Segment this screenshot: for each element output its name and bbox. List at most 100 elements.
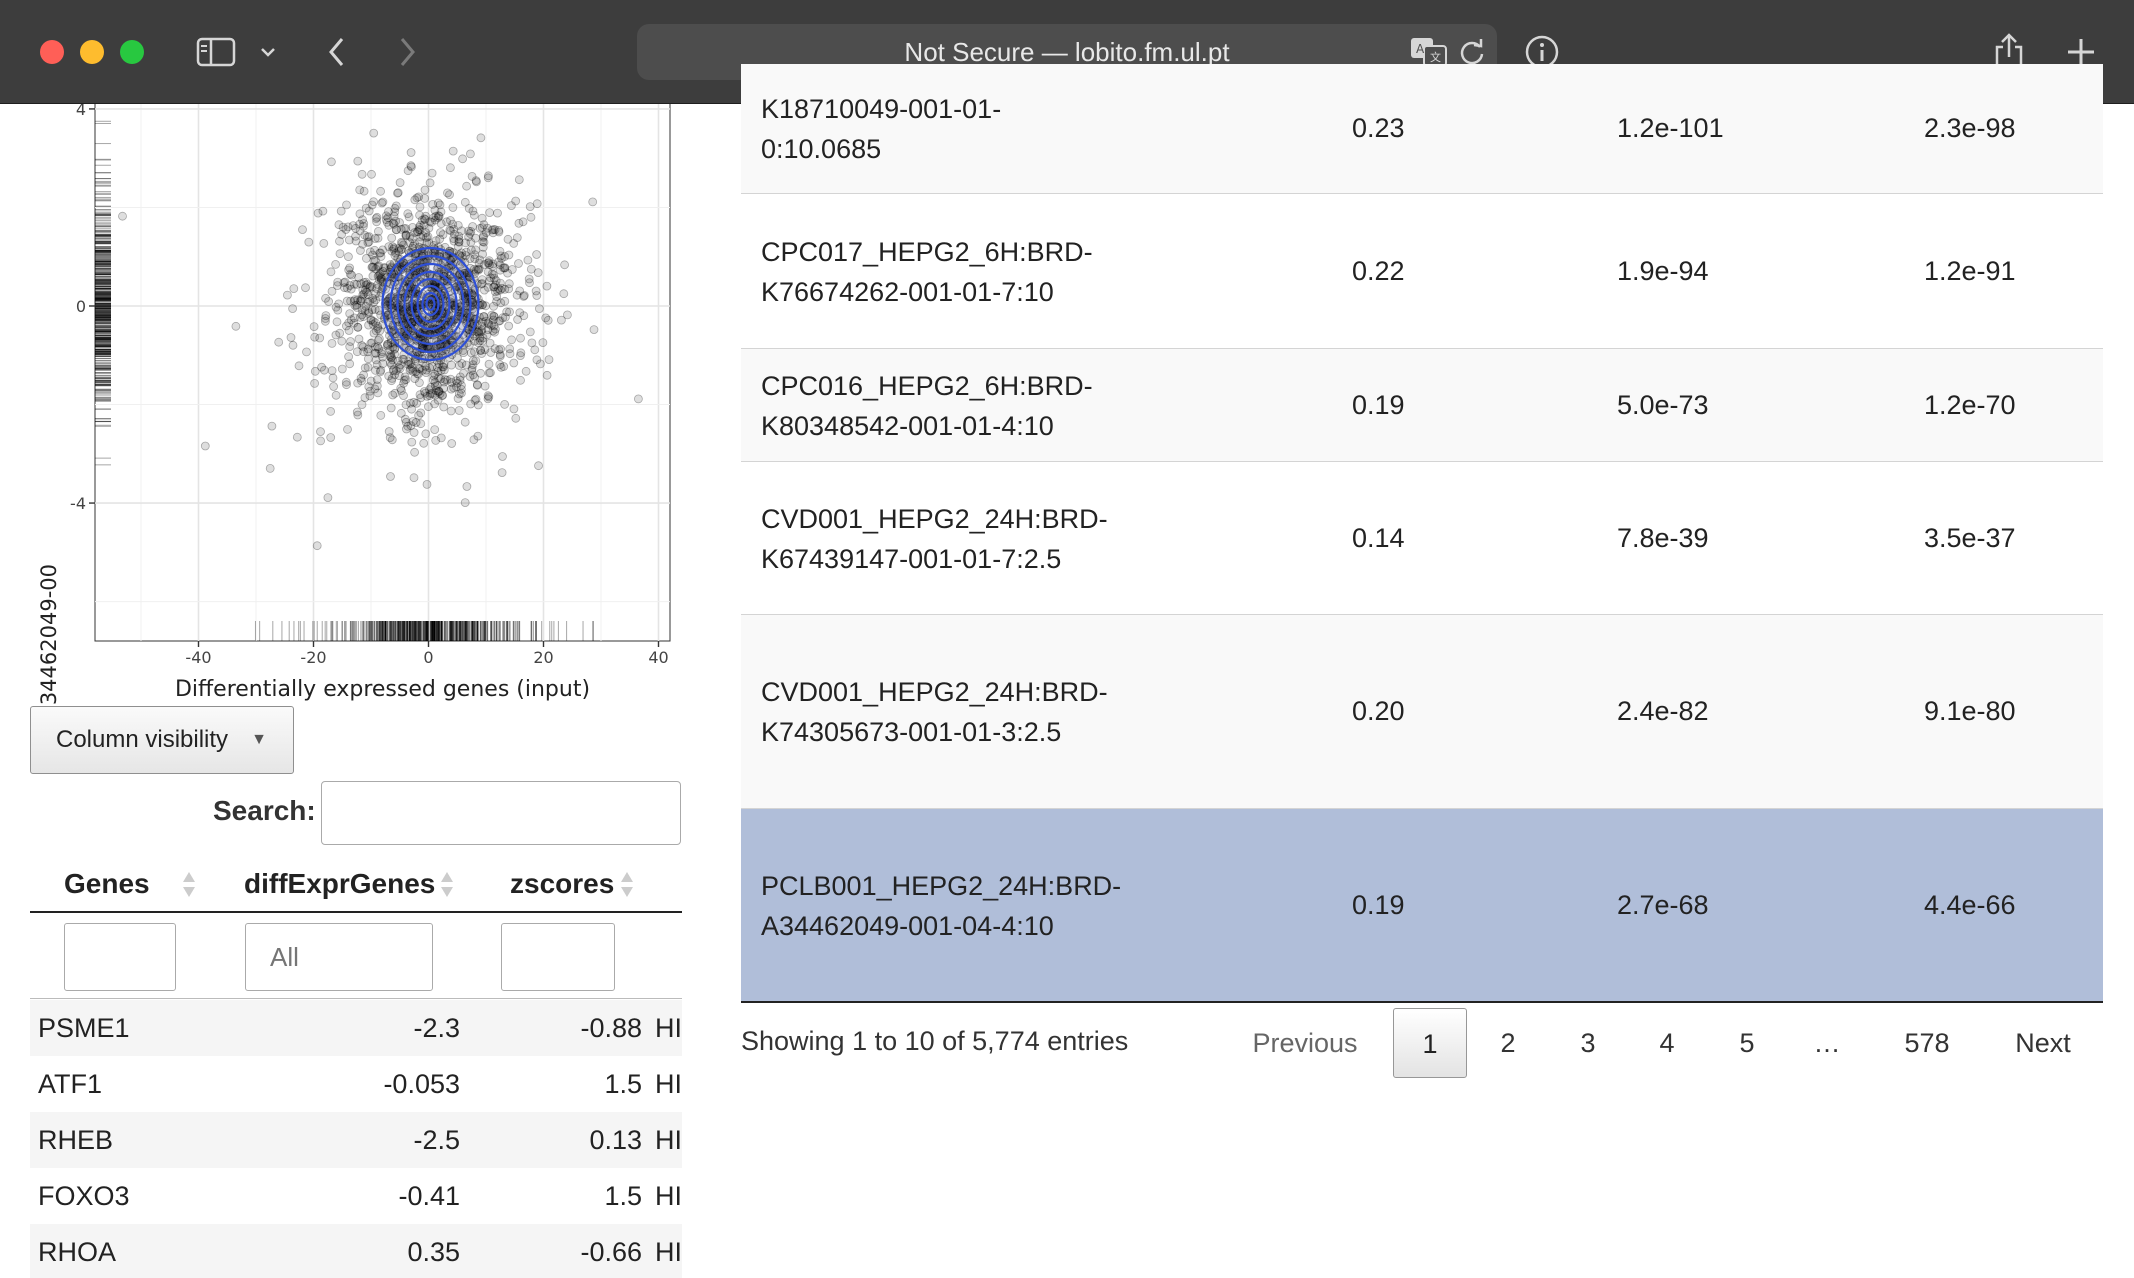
data-point — [288, 340, 298, 350]
search-input[interactable] — [321, 781, 681, 845]
table-row[interactable]: CVD001_HEPG2_24H:BRD- K74305673-001-01-3:… — [741, 615, 2103, 809]
data-point — [507, 335, 517, 345]
data-point — [343, 252, 353, 262]
adjusted-pvalue-cell: 1.2e-70 — [1924, 389, 2016, 420]
scatter-plot-svg: -40 -20 0 20 4040-4Differentially expressed … — [37, 104, 671, 704]
table-row[interactable]: CPC017_HEPG2_6H:BRD- K76674262-001-01-7:1… — [741, 194, 2103, 349]
sort-icon[interactable] — [620, 872, 634, 900]
data-point — [454, 231, 464, 241]
chevron-down-icon[interactable] — [258, 28, 278, 76]
data-point — [483, 223, 492, 233]
sort-icon[interactable] — [440, 872, 454, 900]
table-row[interactable]: RHEB -2.5 0.13 HI — [30, 1112, 682, 1168]
back-arrow-icon[interactable] — [322, 28, 352, 76]
data-point — [292, 432, 302, 442]
data-point — [439, 402, 449, 412]
data-point — [342, 380, 351, 390]
data-point — [328, 373, 338, 383]
diffexprgenes-filter-input[interactable] — [245, 923, 433, 991]
zscore-cell: -0.66 — [580, 1237, 642, 1267]
data-point — [366, 338, 376, 348]
header-genes[interactable]: Genes — [64, 868, 150, 900]
diffexpr-cell: -0.41 — [398, 1181, 460, 1211]
sidebar-toggle-icon[interactable] — [194, 28, 238, 76]
zscore-cell: 1.5 — [604, 1069, 642, 1099]
data-point — [506, 201, 516, 210]
results-table: K18710049-001-01- 0:10.0685 0.23 1.2e-101 2.… — [741, 64, 2103, 1003]
data-point — [500, 252, 510, 261]
data-point — [439, 360, 449, 369]
previous-page-button[interactable]: Previous — [1230, 1008, 1380, 1078]
data-point — [340, 283, 349, 293]
data-point — [396, 386, 406, 396]
data-point — [484, 368, 494, 378]
data-point — [326, 157, 336, 167]
data-point — [357, 310, 367, 320]
table-row[interactable]: CVD001_HEPG2_24H:BRD- K67439147-001-01-7:… — [741, 462, 2103, 615]
table-row[interactable]: FOXO3 -0.41 1.5 HI — [30, 1168, 682, 1224]
page-578-button[interactable]: 578 — [1890, 1008, 1964, 1078]
data-point — [488, 326, 498, 336]
data-point — [468, 206, 478, 216]
data-point — [331, 259, 341, 269]
data-point — [483, 391, 493, 401]
data-point — [298, 225, 307, 234]
page-4-button[interactable]: 4 — [1637, 1008, 1697, 1078]
minimize-window-button[interactable] — [80, 40, 104, 64]
data-point — [425, 178, 435, 188]
data-point — [500, 399, 510, 409]
page-5-button[interactable]: 5 — [1717, 1008, 1777, 1078]
data-point — [511, 413, 521, 423]
data-point — [509, 404, 519, 414]
genes-filter-input[interactable] — [64, 923, 176, 991]
data-point — [286, 333, 296, 342]
zscores-filter-input[interactable] — [501, 923, 615, 991]
signature-name-line: K18710049-001-01- — [761, 94, 1002, 124]
data-point — [326, 267, 336, 277]
data-point — [337, 364, 347, 374]
data-point — [357, 169, 367, 179]
forward-arrow-icon[interactable] — [392, 28, 422, 76]
table-row[interactable]: PSME1 -2.3 -0.88 HI — [30, 1000, 682, 1056]
page-1-button[interactable]: 1 — [1393, 1008, 1467, 1078]
data-point — [420, 185, 430, 195]
data-point — [363, 362, 373, 372]
table-row-selected[interactable]: PCLB001_HEPG2_24H:BRD- A34462049-001-04-4… — [741, 809, 2103, 1003]
data-point — [495, 316, 505, 326]
data-point — [532, 199, 542, 209]
table-row[interactable]: RHOA 0.35 -0.66 HI — [30, 1224, 682, 1278]
header-zscores[interactable]: zscores — [510, 868, 614, 900]
table-row[interactable]: CPC016_HEPG2_6H:BRD- K80348542-001-01-4:1… — [741, 349, 2103, 462]
data-point — [484, 256, 494, 266]
column-visibility-button[interactable]: Column visibility ▼ — [30, 706, 294, 774]
data-point — [304, 237, 314, 247]
page-2-button[interactable]: 2 — [1478, 1008, 1538, 1078]
data-point — [377, 198, 387, 208]
table-row[interactable]: K18710049-001-01- 0:10.0685 0.23 1.2e-101 2.… — [741, 64, 2103, 194]
x-axis-label: Differentially expressed genes (input) — [175, 677, 590, 702]
close-window-button[interactable] — [40, 40, 64, 64]
data-point — [361, 203, 371, 213]
data-point — [479, 237, 489, 247]
data-point — [332, 317, 342, 327]
data-point — [407, 437, 417, 447]
data-point — [384, 207, 393, 216]
signature-name-line: K67439147-001-01-7:2.5 — [761, 543, 1062, 574]
page-3-button[interactable]: 3 — [1558, 1008, 1618, 1078]
data-point — [351, 223, 361, 233]
data-point — [316, 427, 325, 437]
data-point — [369, 128, 379, 138]
data-point — [500, 263, 510, 273]
zoom-window-button[interactable] — [120, 40, 144, 64]
next-page-button[interactable]: Next — [1998, 1008, 2088, 1078]
data-point — [282, 290, 292, 300]
table-row[interactable]: ATF1 -0.053 1.5 HI — [30, 1056, 682, 1112]
header-diffexprgenes[interactable]: diffExprGenes — [244, 868, 435, 900]
data-point — [634, 394, 643, 404]
adjusted-pvalue-cell: 4.4e-66 — [1924, 890, 2016, 920]
data-point — [405, 238, 415, 248]
sort-icon[interactable] — [182, 872, 196, 900]
signature-name-cell: CPC017_HEPG2_6H:BRD- K76674262-001-01-7:1… — [761, 232, 1181, 312]
data-point — [231, 321, 241, 331]
data-point — [118, 211, 127, 221]
